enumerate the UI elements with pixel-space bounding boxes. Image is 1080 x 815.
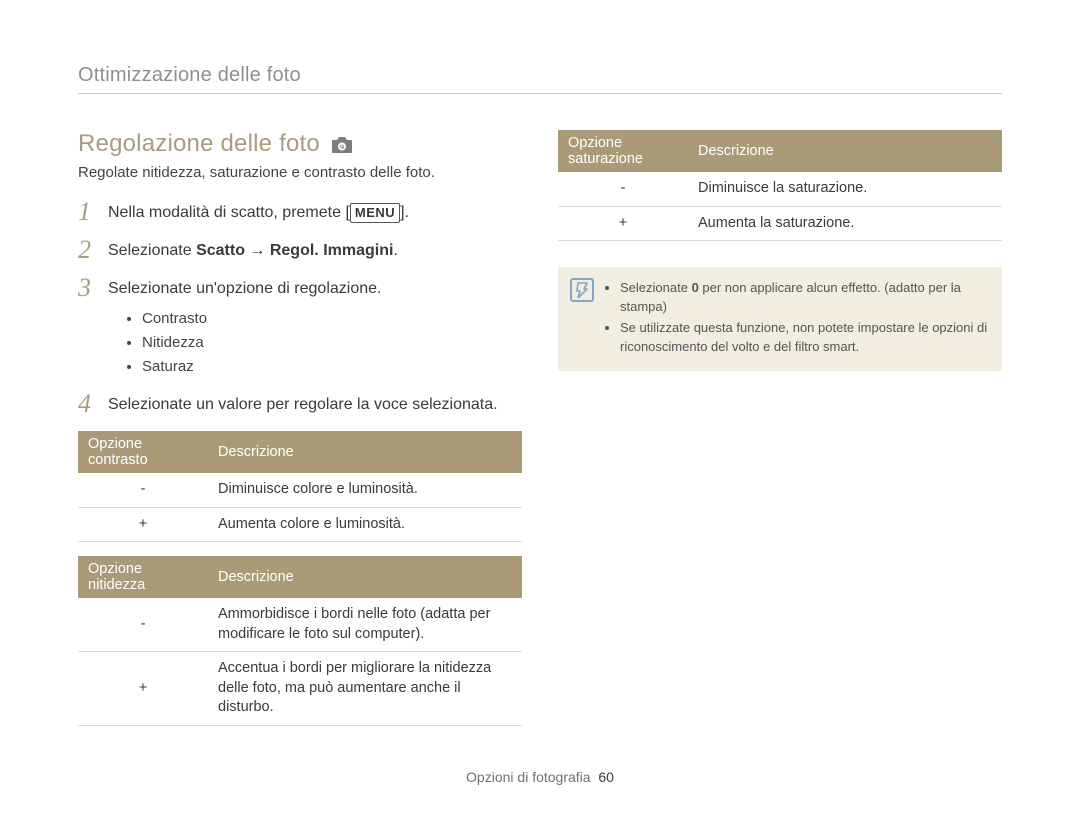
table-nitidezza: Opzione nitidezza Descrizione - Ammorbid… [78, 556, 522, 726]
step-number: 1 [78, 199, 96, 225]
cell-description: Aumenta la saturazione. [688, 206, 1002, 241]
step-text: Selezionate un'opzione di regolazione. [108, 275, 381, 300]
footer-label: Opzioni di fotografia [466, 769, 591, 785]
step-1: 1 Nella modalità di scatto, premete [MEN… [78, 199, 522, 225]
cell-description: Diminuisce colore e luminosità. [208, 473, 522, 507]
cell-description: Aumenta colore e luminosità. [208, 507, 522, 542]
page-number: 60 [598, 769, 614, 785]
table-row: - Diminuisce colore e luminosità. [78, 473, 522, 507]
bullet-item: Saturaz [142, 355, 522, 379]
step-4: 4 Selezionate un valore per regolare la … [78, 391, 522, 417]
cell-option: + [558, 206, 688, 241]
table-saturazione: Opzione saturazione Descrizione - Diminu… [558, 130, 1002, 241]
table-row: + Aumenta la saturazione. [558, 206, 1002, 241]
table-row: - Ammorbidisce i bordi nelle foto (adatt… [78, 598, 522, 652]
table-row: + Accentua i bordi per migliorare la nit… [78, 652, 522, 726]
section-subtitle: Regolate nitidezza, saturazione e contra… [78, 164, 522, 181]
info-box: Selezionate 0 per non applicare alcun ef… [558, 267, 1002, 370]
cell-option: + [78, 652, 208, 726]
table-row: + Aumenta colore e luminosità. [78, 507, 522, 542]
cell-description: Diminuisce la saturazione. [688, 172, 1002, 206]
th-description: Descrizione [208, 431, 522, 473]
page-footer: Opzioni di fotografia 60 [0, 769, 1080, 785]
cell-option: + [78, 507, 208, 542]
cell-option: - [558, 172, 688, 206]
th-option: Opzione nitidezza [78, 556, 208, 598]
step-text: Nella modalità di scatto, premete [MENU]… [108, 199, 409, 224]
step-2: 2 Selezionate Scatto → Regol. Immagini. [78, 237, 522, 263]
left-column: Regolazione delle foto P Regolate nitide… [78, 130, 522, 726]
th-option: Opzione saturazione [558, 130, 688, 172]
table-row: - Diminuisce la saturazione. [558, 172, 1002, 206]
step-3-bullets: Contrasto Nitidezza Saturaz [124, 307, 522, 379]
breadcrumb-header: Ottimizzazione delle foto [78, 64, 1002, 87]
cell-option: - [78, 598, 208, 652]
cell-description: Accentua i bordi per migliorare la nitid… [208, 652, 522, 726]
step-number: 4 [78, 391, 96, 417]
cell-option: - [78, 473, 208, 507]
step-text: Selezionate un valore per regolare la vo… [108, 391, 498, 416]
step-number: 2 [78, 237, 96, 263]
step-text: Selezionate Scatto → Regol. Immagini. [108, 237, 398, 262]
right-column: Opzione saturazione Descrizione - Diminu… [558, 130, 1002, 726]
info-icon [570, 278, 594, 302]
bullet-item: Nitidezza [142, 331, 522, 355]
section-title: Regolazione delle foto [78, 130, 320, 158]
th-option: Opzione contrasto [78, 431, 208, 473]
bullet-item: Contrasto [142, 307, 522, 331]
step-3: 3 Selezionate un'opzione di regolazione. [78, 275, 522, 301]
menu-button-label: MENU [350, 203, 400, 223]
cell-description: Ammorbidisce i bordi nelle foto (adatta … [208, 598, 522, 652]
info-item: Selezionate 0 per non applicare alcun ef… [620, 279, 988, 317]
th-description: Descrizione [208, 556, 522, 598]
table-contrasto: Opzione contrasto Descrizione - Diminuis… [78, 431, 522, 542]
camera-icon: P [330, 136, 354, 154]
divider [78, 93, 1002, 94]
th-description: Descrizione [688, 130, 1002, 172]
step-number: 3 [78, 275, 96, 301]
info-item: Se utilizzate questa funzione, non potet… [620, 319, 988, 357]
